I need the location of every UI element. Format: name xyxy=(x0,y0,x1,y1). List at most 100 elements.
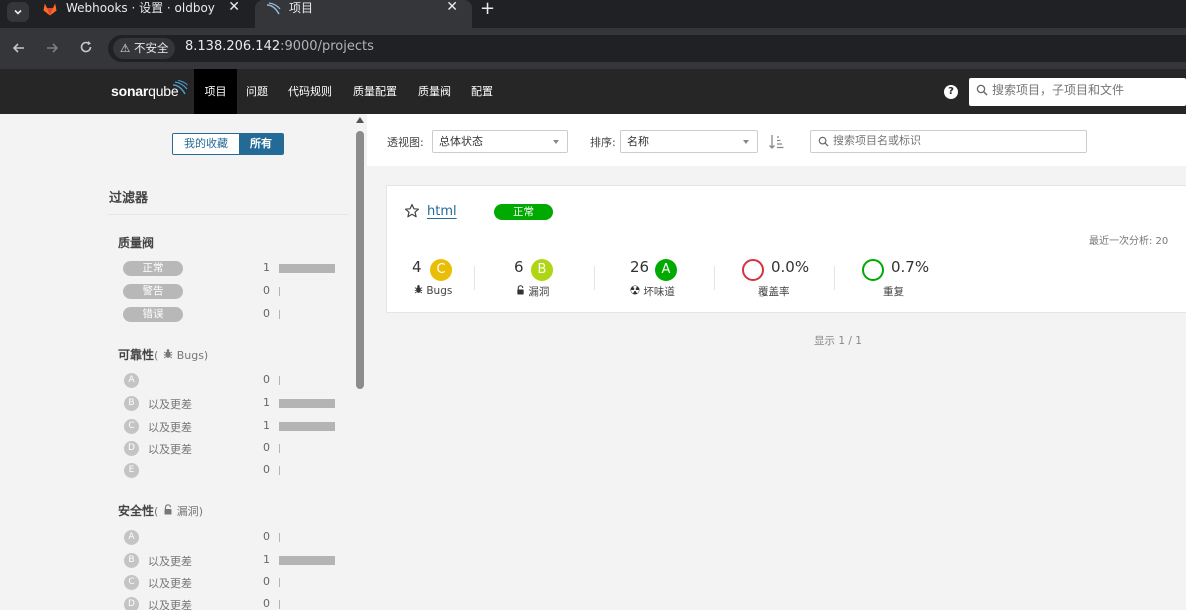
facet-subtitle: 漏洞 xyxy=(176,505,199,518)
back-arrow-icon[interactable] xyxy=(12,41,26,55)
facet-row-reliability-a[interactable]: A 0 xyxy=(118,372,338,390)
facet-row-reliability-e[interactable]: E 0 xyxy=(118,462,338,480)
reload-icon[interactable] xyxy=(79,40,93,54)
url-text[interactable]: 8.138.206.142:9000/projects xyxy=(185,39,374,54)
perspective-select[interactable]: 总体状态 xyxy=(432,130,568,153)
tab-title: Webhooks · 设置 · oldboy / g xyxy=(66,1,216,15)
close-tab-icon[interactable]: ✕ xyxy=(228,0,240,16)
facet-security-title: 安全性( 漏洞) xyxy=(118,502,203,519)
facet-row-gate-error[interactable]: 错误 0 xyxy=(118,306,338,324)
facet-title-text: 安全性 xyxy=(118,504,155,518)
rating-badge: C xyxy=(124,419,139,434)
global-search[interactable] xyxy=(969,78,1186,106)
facet-row-security-c[interactable]: C 以及更差 0 xyxy=(118,574,338,592)
filters-sidebar: 我的收藏 所有 过滤器 质量阀 正常 1 警告 0 错误 0 可靠性( Bugs… xyxy=(0,114,353,610)
security-label: 不安全 xyxy=(133,41,169,55)
lock-icon xyxy=(517,285,524,295)
toggle-favorites[interactable]: 我的收藏 xyxy=(173,134,239,154)
nav-administration[interactable]: 配置 xyxy=(466,69,498,114)
facet-bar xyxy=(279,444,280,453)
toggle-all[interactable]: 所有 xyxy=(239,134,283,154)
facet-subtitle: Bugs xyxy=(176,349,204,362)
facet-row-reliability-b[interactable]: B 以及更差 1 xyxy=(118,395,338,413)
new-tab-button[interactable]: + xyxy=(480,0,495,19)
facet-bar xyxy=(279,310,280,319)
facet-bar xyxy=(279,600,280,609)
star-icon[interactable] xyxy=(404,203,420,219)
facet-row-security-b[interactable]: B 以及更差 1 xyxy=(118,552,338,570)
facet-row-gate-warn[interactable]: 警告 0 xyxy=(118,283,338,301)
gitlab-icon xyxy=(43,3,57,16)
nav-rules[interactable]: 代码规则 xyxy=(282,69,338,114)
browser-tab-webhooks[interactable]: Webhooks · 设置 · oldboy / g ✕ xyxy=(32,0,254,28)
warning-icon: ⚠ xyxy=(120,41,131,55)
metric-label: 重复 xyxy=(883,286,904,298)
rating-badge: D xyxy=(124,597,139,610)
rating-badge: A xyxy=(124,530,139,545)
facet-count: 0 xyxy=(263,441,270,454)
facet-count: 1 xyxy=(263,419,270,432)
facet-bar xyxy=(279,533,280,542)
help-icon[interactable]: ? xyxy=(944,85,958,99)
metric-label: 坏味道 xyxy=(630,284,675,299)
bug-icon xyxy=(163,349,172,359)
metric-label: 覆盖率 xyxy=(758,286,790,298)
project-search[interactable] xyxy=(810,130,1087,153)
global-search-input[interactable] xyxy=(992,83,1182,97)
facet-row-security-a[interactable]: A 0 xyxy=(118,529,338,547)
rating-label: 以及更差 xyxy=(148,599,192,610)
logo-waves-icon xyxy=(172,80,188,95)
address-bar[interactable]: ⚠ 不安全 8.138.206.142:9000/projects xyxy=(108,35,1186,62)
sonarqube-logo[interactable]: sonarqube xyxy=(111,83,179,99)
rating-label: 以及更差 xyxy=(148,443,192,456)
nav-quality-profiles[interactable]: 质量配置 xyxy=(347,69,403,114)
facet-bar xyxy=(279,287,280,296)
project-search-input[interactable] xyxy=(833,134,1083,147)
facet-count: 0 xyxy=(263,373,270,386)
status-pill: 警告 xyxy=(123,284,183,299)
metric-value: 26 xyxy=(630,258,650,276)
paren: ( xyxy=(154,505,159,518)
metric-value: 6 xyxy=(514,258,524,276)
facet-row-reliability-d[interactable]: D 以及更差 0 xyxy=(118,440,338,458)
close-tab-icon[interactable]: ✕ xyxy=(446,0,458,16)
status-pill: 正常 xyxy=(123,261,183,276)
perspective-label: 透视图: xyxy=(387,136,424,149)
projects-main: 透视图: 总体状态 排序: 名称 html 正常 最近一次分析: 20 4 C … xyxy=(367,114,1186,610)
project-name-link[interactable]: html xyxy=(427,204,457,219)
facet-row-gate-ok[interactable]: 正常 1 xyxy=(118,260,338,278)
facet-bar xyxy=(279,376,280,385)
nav-quality-gates[interactable]: 质量阀 xyxy=(412,69,457,114)
facet-row-reliability-c[interactable]: C 以及更差 1 xyxy=(118,418,338,436)
facet-row-security-d[interactable]: D 以及更差 0 xyxy=(118,596,338,610)
rating-badge: A xyxy=(655,259,677,281)
divider xyxy=(834,266,835,290)
rating-label: 以及更差 xyxy=(148,555,192,568)
security-chip[interactable]: ⚠ 不安全 xyxy=(113,38,176,59)
facet-quality-gate-title: 质量阀 xyxy=(118,236,155,250)
radiation-icon xyxy=(630,285,640,295)
sort-select[interactable]: 名称 xyxy=(620,130,758,153)
sidebar-scrollbar[interactable] xyxy=(353,114,367,610)
forward-arrow-icon[interactable] xyxy=(45,41,59,55)
facet-count: 1 xyxy=(263,553,270,566)
metric-label-text: 坏味道 xyxy=(643,286,675,298)
sort-order-icon[interactable] xyxy=(768,134,784,150)
logo-text: sonar xyxy=(111,83,149,99)
divider xyxy=(108,214,348,215)
nav-issues[interactable]: 问题 xyxy=(241,69,273,114)
rating-label: 以及更差 xyxy=(148,577,192,590)
tab-search-button[interactable] xyxy=(7,2,29,22)
metric-label-text: 漏洞 xyxy=(528,286,550,298)
facet-title-text: 可靠性 xyxy=(118,348,155,362)
paren: ( xyxy=(154,349,159,362)
filters-heading: 过滤器 xyxy=(109,191,149,206)
status-pill: 错误 xyxy=(123,307,183,322)
browser-tab-projects[interactable]: 项目 ✕ xyxy=(255,0,472,28)
scroll-up-arrow-icon[interactable] xyxy=(356,117,364,123)
scroll-thumb[interactable] xyxy=(356,131,364,389)
nav-projects[interactable]: 项目 xyxy=(194,69,237,114)
divider xyxy=(594,266,595,290)
quality-gate-status-badge: 正常 xyxy=(494,204,553,220)
rating-badge: C xyxy=(430,259,452,281)
